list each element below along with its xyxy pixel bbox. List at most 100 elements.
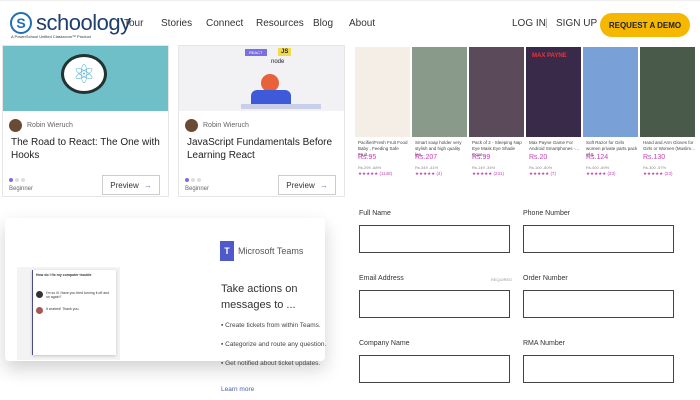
nav-about[interactable]: About bbox=[349, 18, 375, 29]
bullet-text: Categorize and route any question. bbox=[225, 341, 327, 348]
level-indicator bbox=[185, 178, 201, 182]
chat-message: I'm so ill. Have you tried turning it of… bbox=[46, 291, 110, 299]
nav-separator: | bbox=[545, 18, 548, 29]
stars-icon: ★★★★★ bbox=[529, 171, 550, 176]
desk bbox=[241, 104, 321, 109]
bullet-text: Create tickets from within Teams. bbox=[225, 322, 321, 329]
product-image: MAX PAYNE bbox=[526, 47, 581, 137]
course-card[interactable]: ⚛ Robin Wieruch The Road to React: The O… bbox=[2, 45, 169, 197]
product-price: Rs.95 bbox=[358, 154, 377, 161]
email-input[interactable] bbox=[359, 290, 510, 318]
react-icon: ⚛ bbox=[61, 54, 107, 94]
signup-link[interactable]: SIGN UP bbox=[556, 18, 597, 29]
course-title[interactable]: JavaScript Fundamentals Before Learning … bbox=[187, 136, 342, 162]
bullet-text: Get notified about ticket updates. bbox=[225, 360, 321, 367]
logo-mark: S bbox=[10, 12, 32, 34]
product-old-price: Rs.100 -80% bbox=[529, 165, 553, 170]
rating-count: (4) bbox=[436, 171, 442, 176]
product-card[interactable]: Pack of 2 - Sleeping Nap Eye Mask Eye Sh… bbox=[469, 47, 524, 199]
product-price: Rs.124 bbox=[586, 154, 609, 161]
product-card[interactable]: Soft Razor for Girls women private parts… bbox=[583, 47, 638, 199]
course-image: ⚛ bbox=[3, 46, 168, 111]
product-rating: ★★★★★ (7) bbox=[529, 171, 556, 177]
product-image bbox=[640, 47, 695, 137]
full-name-label: Full Name bbox=[359, 210, 391, 217]
course-level: Beginner bbox=[9, 186, 34, 192]
teams-bullet: ▪ Categorize and route any question. bbox=[221, 341, 327, 348]
product-card[interactable]: Pacifier/Fresh Fruit Food Baby , Feeding… bbox=[355, 47, 410, 199]
avatar bbox=[185, 119, 198, 132]
rating-count: (23) bbox=[607, 171, 616, 176]
product-old-price: Rs.299 -68% bbox=[358, 165, 382, 170]
schoology-logo[interactable]: Sschoology bbox=[10, 10, 131, 36]
author-name: Robin Wieruch bbox=[27, 122, 73, 129]
chat-title: How do I fix my computer trouble bbox=[36, 273, 92, 277]
rating-count: (1148) bbox=[379, 171, 393, 176]
product-rating: ★★★★★ (4) bbox=[415, 171, 442, 177]
js-badge: JS bbox=[278, 48, 292, 56]
order-input[interactable] bbox=[523, 290, 674, 318]
react-badge: REACT bbox=[245, 49, 267, 56]
teams-bullet: ▪ Get notified about ticket updates. bbox=[221, 360, 321, 367]
stars-icon: ★★★★★ bbox=[415, 171, 436, 176]
product-rating: ★★★★★ (231) bbox=[472, 171, 504, 177]
phone-label: Phone Number bbox=[523, 210, 571, 217]
course-level: Beginner bbox=[185, 186, 210, 192]
request-demo-button[interactable]: REQUEST A DEMO bbox=[600, 13, 690, 37]
product-rating: ★★★★★ (23) bbox=[586, 171, 615, 177]
preview-label: Preview bbox=[110, 180, 139, 190]
company-input[interactable] bbox=[359, 355, 510, 383]
product-card[interactable]: Smart soap holder very stylish and high … bbox=[412, 47, 467, 199]
login-link[interactable]: LOG IN bbox=[512, 18, 546, 29]
chat-card: How do I fix my computer trouble I'm so … bbox=[32, 270, 116, 355]
teams-logo: T Microsoft Teams bbox=[220, 241, 303, 261]
product-name: Hand and Arm Gloves for Girls or Women (… bbox=[643, 140, 695, 151]
nav-resources[interactable]: Resources bbox=[256, 18, 304, 29]
node-badge: node bbox=[271, 59, 285, 65]
stars-icon: ★★★★★ bbox=[643, 171, 664, 176]
poster-title: MAX PAYNE bbox=[532, 53, 567, 59]
teams-bullet: ▪ Create tickets from within Teams. bbox=[221, 322, 321, 329]
phone-input[interactable] bbox=[523, 225, 674, 253]
product-name: Max Payne Game For Android Smartphones -… bbox=[529, 140, 580, 151]
product-price: Rs.99 bbox=[472, 154, 491, 161]
nav-tour[interactable]: Tour bbox=[124, 18, 143, 29]
product-rating: ★★★★★ (1148) bbox=[358, 171, 392, 177]
tagline: A PowerSchool Unified Classroom™ Product bbox=[11, 34, 91, 39]
learn-more-link[interactable]: Learn more bbox=[221, 386, 254, 393]
preview-button[interactable]: Preview → bbox=[278, 175, 336, 195]
course-title[interactable]: The Road to React: The One with Hooks bbox=[11, 136, 166, 162]
full-name-input[interactable] bbox=[359, 225, 510, 253]
product-old-price: Rs.349 -41% bbox=[415, 165, 439, 170]
top-nav: Sschoology A PowerSchool Unified Classro… bbox=[0, 0, 700, 44]
avatar bbox=[9, 119, 22, 132]
course-image: REACT JS node bbox=[179, 46, 344, 111]
logo-text: schoology bbox=[36, 10, 131, 35]
stars-icon: ★★★★★ bbox=[586, 171, 607, 176]
company-label: Company Name bbox=[359, 340, 410, 347]
level-indicator bbox=[9, 178, 25, 182]
product-image bbox=[583, 47, 638, 137]
product-old-price: Rs.300 -57% bbox=[643, 165, 667, 170]
product-old-price: Rs.400 -69% bbox=[586, 165, 610, 170]
stars-icon: ★★★★★ bbox=[358, 171, 379, 176]
teams-brand: Microsoft Teams bbox=[238, 246, 304, 256]
preview-button[interactable]: Preview → bbox=[102, 175, 160, 195]
course-card[interactable]: REACT JS node Robin Wieruch JavaScript F… bbox=[178, 45, 345, 197]
product-card[interactable]: Hand and Arm Gloves for Girls or Women (… bbox=[640, 47, 695, 199]
required-label: REQUIRED bbox=[491, 277, 513, 282]
order-label: Order Number bbox=[523, 275, 568, 282]
product-price: Rs.20 bbox=[529, 154, 548, 161]
product-price: Rs.130 bbox=[643, 154, 666, 161]
nav-stories[interactable]: Stories bbox=[161, 18, 192, 29]
rma-input[interactable] bbox=[523, 355, 674, 383]
product-image bbox=[412, 47, 467, 137]
stars-icon: ★★★★★ bbox=[472, 171, 493, 176]
product-old-price: Rs.149 -34% bbox=[472, 165, 496, 170]
arrow-right-icon: → bbox=[143, 180, 152, 190]
nav-connect[interactable]: Connect bbox=[206, 18, 243, 29]
rating-count: (23) bbox=[664, 171, 673, 176]
product-card[interactable]: MAX PAYNE Max Payne Game For Android Sma… bbox=[526, 47, 581, 199]
product-image bbox=[355, 47, 410, 137]
nav-blog[interactable]: Blog bbox=[313, 18, 333, 29]
